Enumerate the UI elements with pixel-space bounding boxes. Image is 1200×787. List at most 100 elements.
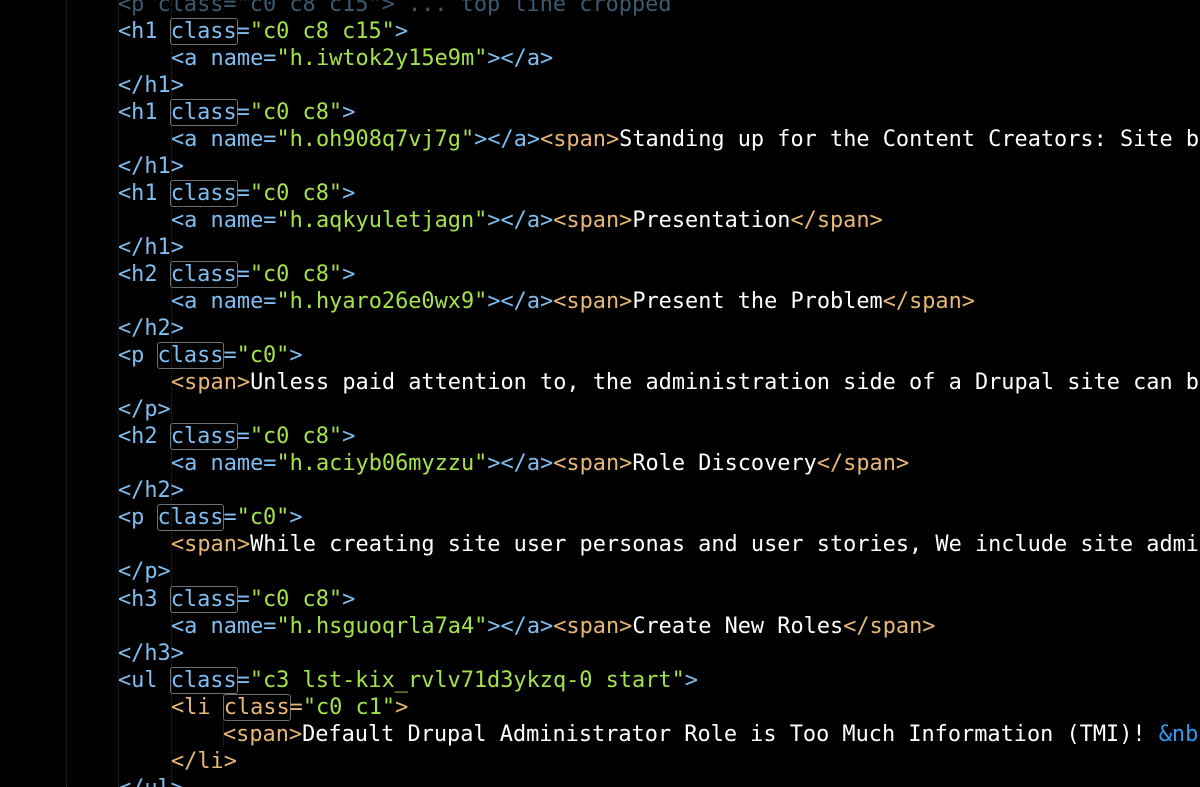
tag-close-bracket: > [342,424,356,450]
attribute-value: "h.aciyb06myzzu" [276,451,488,477]
attribute-name: class [222,693,291,721]
code-line[interactable]: <h1 class="c0 c8"> [0,98,1200,126]
tag-close: </h1> [118,153,184,179]
code-editor[interactable]: <p class="c0 c8 c15"> ... top line cropp… [0,0,1200,787]
cropped-fragment: <p class="c0 c8 c15"> ... top line cropp… [118,0,672,17]
attribute-name: class [169,17,238,45]
attribute-name: name [210,45,264,71]
equals: = [236,667,250,693]
attribute-value: "c3 lst-kix_rvlv71d3ykzq-0 start" [249,667,685,693]
code-line[interactable]: <ul class="c3 lst-kix_rvlv71d3ykzq-0 sta… [0,666,1200,694]
code-line[interactable]: <p class="c0"> [0,504,1200,532]
code-line[interactable]: <a name="h.iwtok2y15e9m"></a> [0,45,1200,72]
attribute-name: name [210,207,264,233]
attribute-name: class [169,585,238,613]
tag-close-bracket: > [342,99,356,125]
attribute-value: "c0 c8" [249,261,343,287]
attribute-value: "h.iwtok2y15e9m" [276,45,488,71]
attribute-value: "c0" [236,343,290,369]
tag-close: </h1> [118,72,184,98]
html-entity: &nbsp; [1158,721,1200,747]
code-line[interactable]: <span>Unless paid attention to, the admi… [0,369,1200,396]
tag-close-bracket: ></a> [487,45,554,71]
code-line[interactable]: <h2 class="c0 c8"> [0,260,1200,288]
attribute-name: class [156,342,225,370]
tag-open: <a [171,126,198,152]
code-line[interactable]: </h3> [0,640,1200,667]
span-open-tag: <span> [553,451,633,477]
code-line[interactable]: </h1> [0,72,1200,99]
tag-open: <h1 [118,18,158,44]
attribute-value: "c0" [236,505,290,531]
text-content: Standing up for the Content Creators: Si… [619,126,1200,152]
tag-open: <h2 [118,424,158,450]
equals: = [263,289,277,315]
tag-close-bracket: ></a> [487,207,554,233]
tag-open: <h1 [118,180,158,206]
equals: = [263,45,277,71]
code-line[interactable]: <a name="h.oh908q7vj7g"></a><span>Standi… [0,126,1200,153]
tag-close-bracket: ></a> [487,289,554,315]
attribute-name: class [169,98,238,126]
code-line[interactable]: <h1 class="c0 c8"> [0,179,1200,207]
equals: = [263,613,277,639]
tag-close: </p> [118,397,171,423]
attribute-value: "h.hyaro26e0wx9" [276,289,488,315]
attribute-name: class [156,504,225,532]
code-line[interactable]: <h2 class="c0 c8"> [0,423,1200,451]
code-line[interactable]: </p> [0,396,1200,423]
tag-open: <a [171,289,198,315]
tag-close: </h2> [118,478,184,504]
equals: = [223,505,237,531]
equals: = [236,424,250,450]
span-open-tag: <span> [171,532,251,558]
span-open-tag: <span> [540,126,620,152]
attribute-name: name [210,613,264,639]
tag-close: </h3> [118,640,184,666]
code-line[interactable]: <span>While creating site user personas … [0,531,1200,558]
attribute-name: name [210,126,264,152]
equals: = [236,18,250,44]
code-line[interactable]: </p> [0,558,1200,585]
code-line[interactable]: <h1 class="c0 c8 c15"> [0,17,1200,45]
code-line[interactable]: </li> [0,748,1200,775]
tag-close: </p> [118,559,171,585]
span-open-tag: <span> [553,289,633,315]
tag-close-bracket: > [289,343,303,369]
code-line[interactable]: <h3 class="c0 c8"> [0,585,1200,613]
code-line[interactable]: <a name="h.aciyb06myzzu"></a><span>Role … [0,450,1200,477]
attribute-name: class [169,179,238,207]
attribute-value: "c0 c8" [249,586,343,612]
tag-open: <p [118,343,145,369]
code-line[interactable]: <span>Default Drupal Administrator Role … [0,721,1200,748]
tag-open: <li [171,694,211,720]
code-line[interactable]: <a name="h.hyaro26e0wx9"></a><span>Prese… [0,288,1200,315]
equals: = [289,694,303,720]
code-line[interactable]: </h2> [0,477,1200,504]
attribute-value: "c0 c1" [302,694,396,720]
span-close-tag: </span> [882,289,975,315]
equals: = [263,207,277,233]
tag-close-bracket: > [342,586,356,612]
code-line[interactable]: </h1> [0,153,1200,180]
tag-close-bracket: > [395,694,409,720]
tag-open: <h2 [118,261,158,287]
code-line[interactable]: <li class="c0 c1"> [0,693,1200,721]
code-line[interactable]: </h1> [0,234,1200,261]
attribute-value: "h.oh908q7vj7g" [276,126,475,152]
tag-close: </h1> [118,234,184,260]
code-line[interactable]: <p class="c0"> [0,342,1200,370]
code-line[interactable]: <p class="c0 c8 c15"> ... top line cropp… [0,0,1200,18]
code-line[interactable]: <a name="h.aqkyuletjagn"></a><span>Prese… [0,207,1200,234]
span-open-tag: <span> [553,207,633,233]
equals: = [236,586,250,612]
attribute-value: "c0 c8 c15" [249,18,395,44]
attribute-value: "c0 c8" [249,99,343,125]
code-line[interactable]: </h2> [0,315,1200,342]
attribute-name: class [169,423,238,451]
attribute-name: name [210,451,264,477]
code-line[interactable]: </ul> [0,775,1200,787]
code-line[interactable]: <a name="h.hsguoqrla7a4"></a><span>Creat… [0,613,1200,640]
tag-open: <ul [118,667,158,693]
tag-close: </ul> [118,776,184,787]
